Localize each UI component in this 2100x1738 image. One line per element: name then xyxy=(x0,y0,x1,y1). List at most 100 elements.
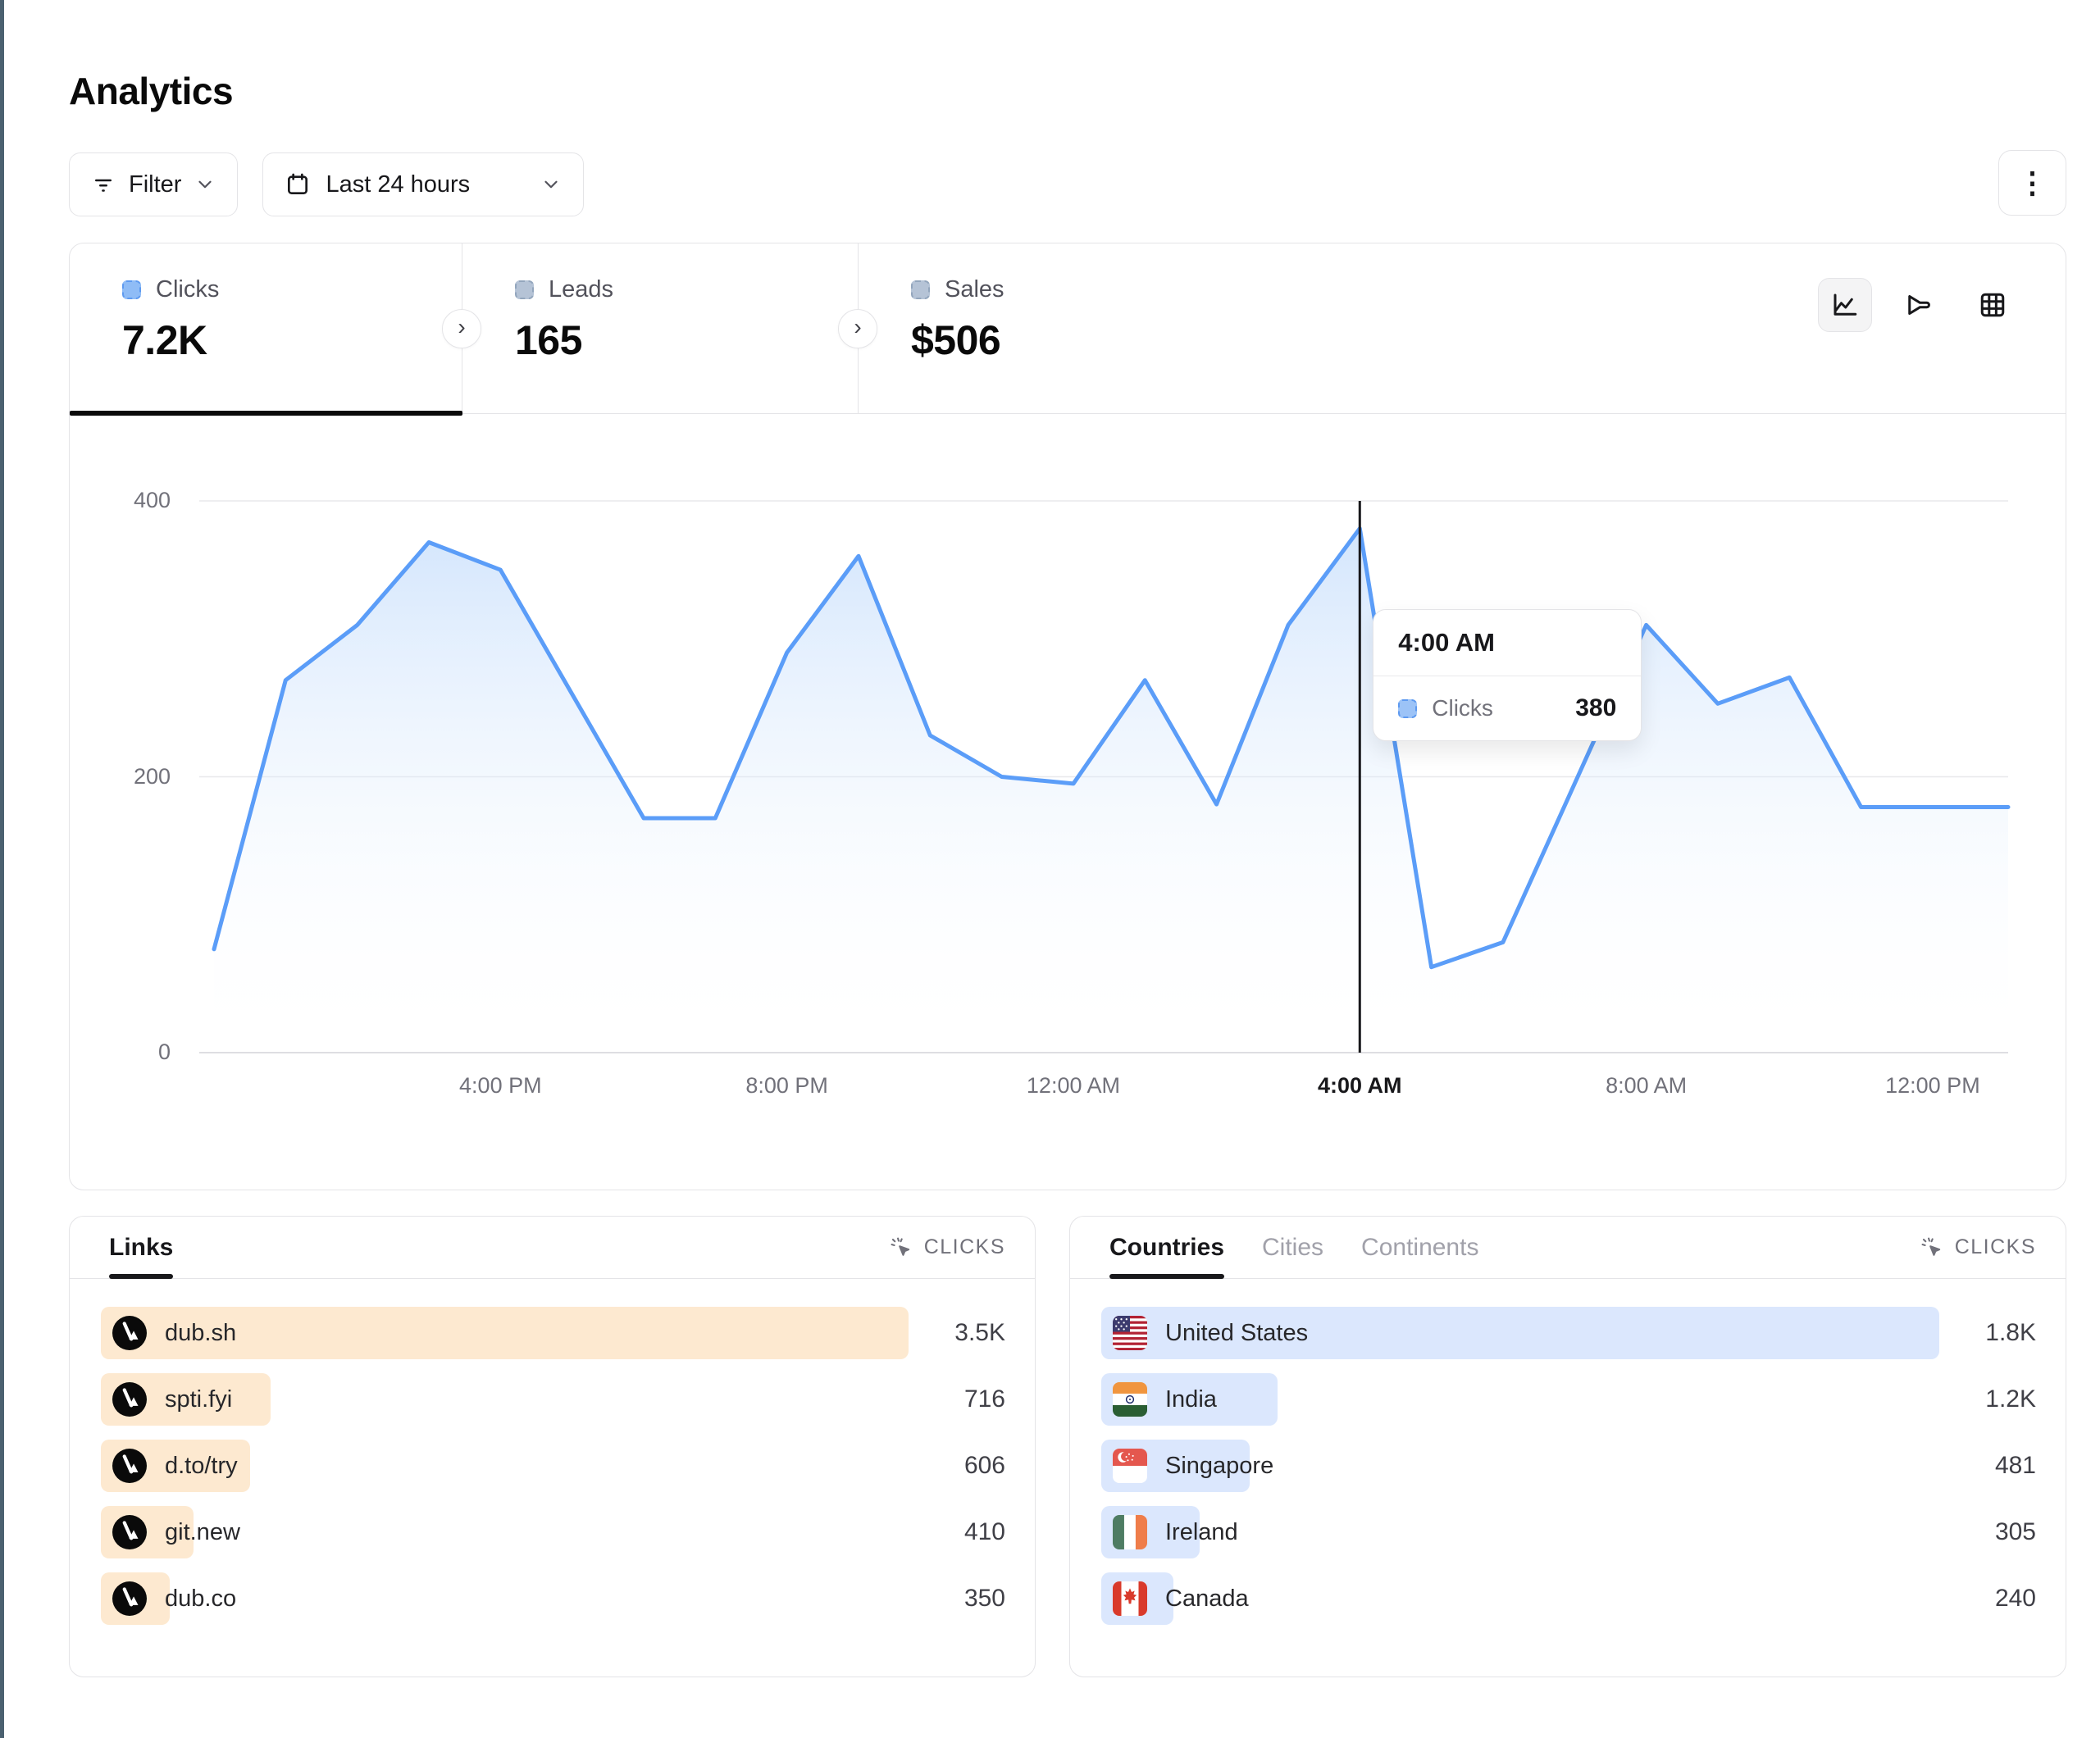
link-clicks-value: 606 xyxy=(909,1452,1005,1480)
link-clicks-value: 716 xyxy=(909,1385,1005,1413)
country-flag-icon xyxy=(1113,1382,1147,1417)
line-chart-view-button[interactable] xyxy=(1818,278,1872,332)
tooltip-series-square xyxy=(1398,699,1417,718)
dub-logo-icon xyxy=(112,1449,147,1483)
geo-card: Countries Cities Continents CLICKS Unite… xyxy=(1069,1216,2066,1677)
country-label: United States xyxy=(1165,1320,1308,1347)
country-label: Singapore xyxy=(1165,1453,1273,1480)
filter-button-label: Filter xyxy=(129,171,181,198)
geo-metric-header[interactable]: CLICKS xyxy=(1920,1217,2036,1278)
country-flag-icon xyxy=(1113,1581,1147,1616)
country-label: Ireland xyxy=(1165,1519,1238,1546)
country-row[interactable]: India 1.2K xyxy=(1101,1373,2036,1426)
country-row[interactable]: Ireland 305 xyxy=(1101,1506,2036,1558)
country-flag-icon xyxy=(1113,1316,1147,1350)
filter-button[interactable]: Filter xyxy=(69,152,238,216)
link-label: d.to/try xyxy=(165,1453,238,1480)
x-axis-label: 12:00 PM xyxy=(1885,1073,1980,1099)
geo-metric-label: CLICKS xyxy=(1955,1235,2036,1259)
links-metric-label: CLICKS xyxy=(924,1235,1005,1259)
link-row[interactable]: git.new 410 xyxy=(101,1506,1005,1558)
cursor-click-icon xyxy=(1920,1236,1943,1259)
clicks-legend-square xyxy=(122,280,141,299)
clicks-tab-label: Clicks xyxy=(156,276,219,303)
x-axis-label: 4:00 PM xyxy=(459,1073,542,1099)
link-clicks-value: 350 xyxy=(909,1585,1005,1613)
country-row[interactable]: Canada 240 xyxy=(1101,1572,2036,1625)
funnel-view-button[interactable] xyxy=(1892,278,1946,332)
tab-cities[interactable]: Cities xyxy=(1262,1217,1323,1278)
leads-legend-square xyxy=(515,280,534,299)
dub-logo-icon xyxy=(112,1316,147,1350)
link-label: dub.sh xyxy=(165,1320,236,1347)
tab-links[interactable]: Links xyxy=(109,1217,173,1278)
links-metric-header[interactable]: CLICKS xyxy=(890,1217,1005,1278)
x-axis-label: 8:00 PM xyxy=(745,1073,828,1099)
more-menu-button[interactable]: ⋮ xyxy=(1998,150,2066,216)
date-range-label: Last 24 hours xyxy=(326,171,470,198)
link-label: dub.co xyxy=(165,1586,236,1613)
country-clicks-value: 481 xyxy=(1939,1452,2036,1480)
x-axis-label: 4:00 AM xyxy=(1318,1073,1402,1099)
tab-clicks[interactable]: Clicks 7.2K xyxy=(70,243,462,413)
link-row[interactable]: dub.sh 3.5K xyxy=(101,1307,1005,1359)
x-axis-label: 8:00 AM xyxy=(1606,1073,1687,1099)
dub-logo-icon xyxy=(112,1581,147,1616)
dub-logo-icon xyxy=(112,1515,147,1549)
tooltip-series-label: Clicks xyxy=(1432,695,1493,721)
x-axis-label: 12:00 AM xyxy=(1027,1073,1120,1099)
active-tab-underline xyxy=(70,411,462,416)
sales-tab-label: Sales xyxy=(945,276,1004,303)
date-range-button[interactable]: Last 24 hours xyxy=(262,152,584,216)
link-row[interactable]: dub.co 350 xyxy=(101,1572,1005,1625)
country-label: Canada xyxy=(1165,1586,1249,1613)
links-card: Links CLICKS dub.sh 3.5K xyxy=(69,1216,1036,1677)
filter-icon xyxy=(91,172,116,197)
leads-tab-value: 165 xyxy=(515,316,858,364)
link-row[interactable]: spti.fyi 716 xyxy=(101,1373,1005,1426)
chart-view-switcher xyxy=(1818,278,2020,332)
links-rows: dub.sh 3.5K spti.fyi 716 xyxy=(70,1279,1035,1625)
table-view-button[interactable] xyxy=(1966,278,2020,332)
y-axis-label: 400 xyxy=(102,488,171,513)
y-axis-label: 0 xyxy=(102,1040,171,1065)
metric-divider-chevron-icon[interactable]: › xyxy=(442,309,481,348)
line-chart-icon xyxy=(1830,290,1860,320)
toolbar: Filter Last 24 hours xyxy=(69,152,584,216)
page-title: Analytics xyxy=(69,69,233,113)
tooltip-value: 380 xyxy=(1575,694,1616,722)
tab-leads[interactable]: Leads 165 xyxy=(462,243,858,413)
clicks-tab-value: 7.2K xyxy=(122,316,462,364)
tab-continents[interactable]: Continents xyxy=(1361,1217,1478,1278)
link-label: spti.fyi xyxy=(165,1386,232,1413)
country-row[interactable]: United States 1.8K xyxy=(1101,1307,2036,1359)
country-row[interactable]: Singapore 481 xyxy=(1101,1440,2036,1492)
calendar-icon xyxy=(285,171,311,198)
chevron-down-icon xyxy=(540,174,562,195)
window-edge-stripe xyxy=(0,0,4,1738)
country-clicks-value: 1.2K xyxy=(1939,1385,2036,1413)
link-clicks-value: 410 xyxy=(909,1518,1005,1546)
link-row[interactable]: d.to/try 606 xyxy=(101,1440,1005,1492)
tooltip-time: 4:00 AM xyxy=(1373,610,1641,676)
link-clicks-value: 3.5K xyxy=(909,1319,1005,1347)
y-axis-label: 200 xyxy=(102,764,171,789)
country-clicks-value: 240 xyxy=(1939,1585,2036,1613)
analytics-chart-card: Clicks 7.2K Leads 165 Sales $506 › › xyxy=(69,243,2066,1190)
metric-divider-chevron-icon[interactable]: › xyxy=(838,309,877,348)
cursor-click-icon xyxy=(890,1236,913,1259)
kebab-menu-icon: ⋮ xyxy=(2018,166,2048,200)
tab-countries[interactable]: Countries xyxy=(1109,1217,1224,1278)
metric-tabs: Clicks 7.2K Leads 165 Sales $506 › › xyxy=(70,243,2066,414)
country-clicks-value: 1.8K xyxy=(1939,1319,2036,1347)
country-clicks-value: 305 xyxy=(1939,1518,2036,1546)
link-label: git.new xyxy=(165,1519,240,1546)
country-label: India xyxy=(1165,1386,1217,1413)
funnel-chart-icon xyxy=(1904,290,1934,320)
geo-rows: United States 1.8K India 1.2K xyxy=(1070,1279,2066,1625)
table-grid-icon xyxy=(1978,290,2007,320)
country-flag-icon xyxy=(1113,1449,1147,1483)
sales-legend-square xyxy=(911,280,930,299)
country-flag-icon xyxy=(1113,1515,1147,1549)
leads-tab-label: Leads xyxy=(549,276,613,303)
